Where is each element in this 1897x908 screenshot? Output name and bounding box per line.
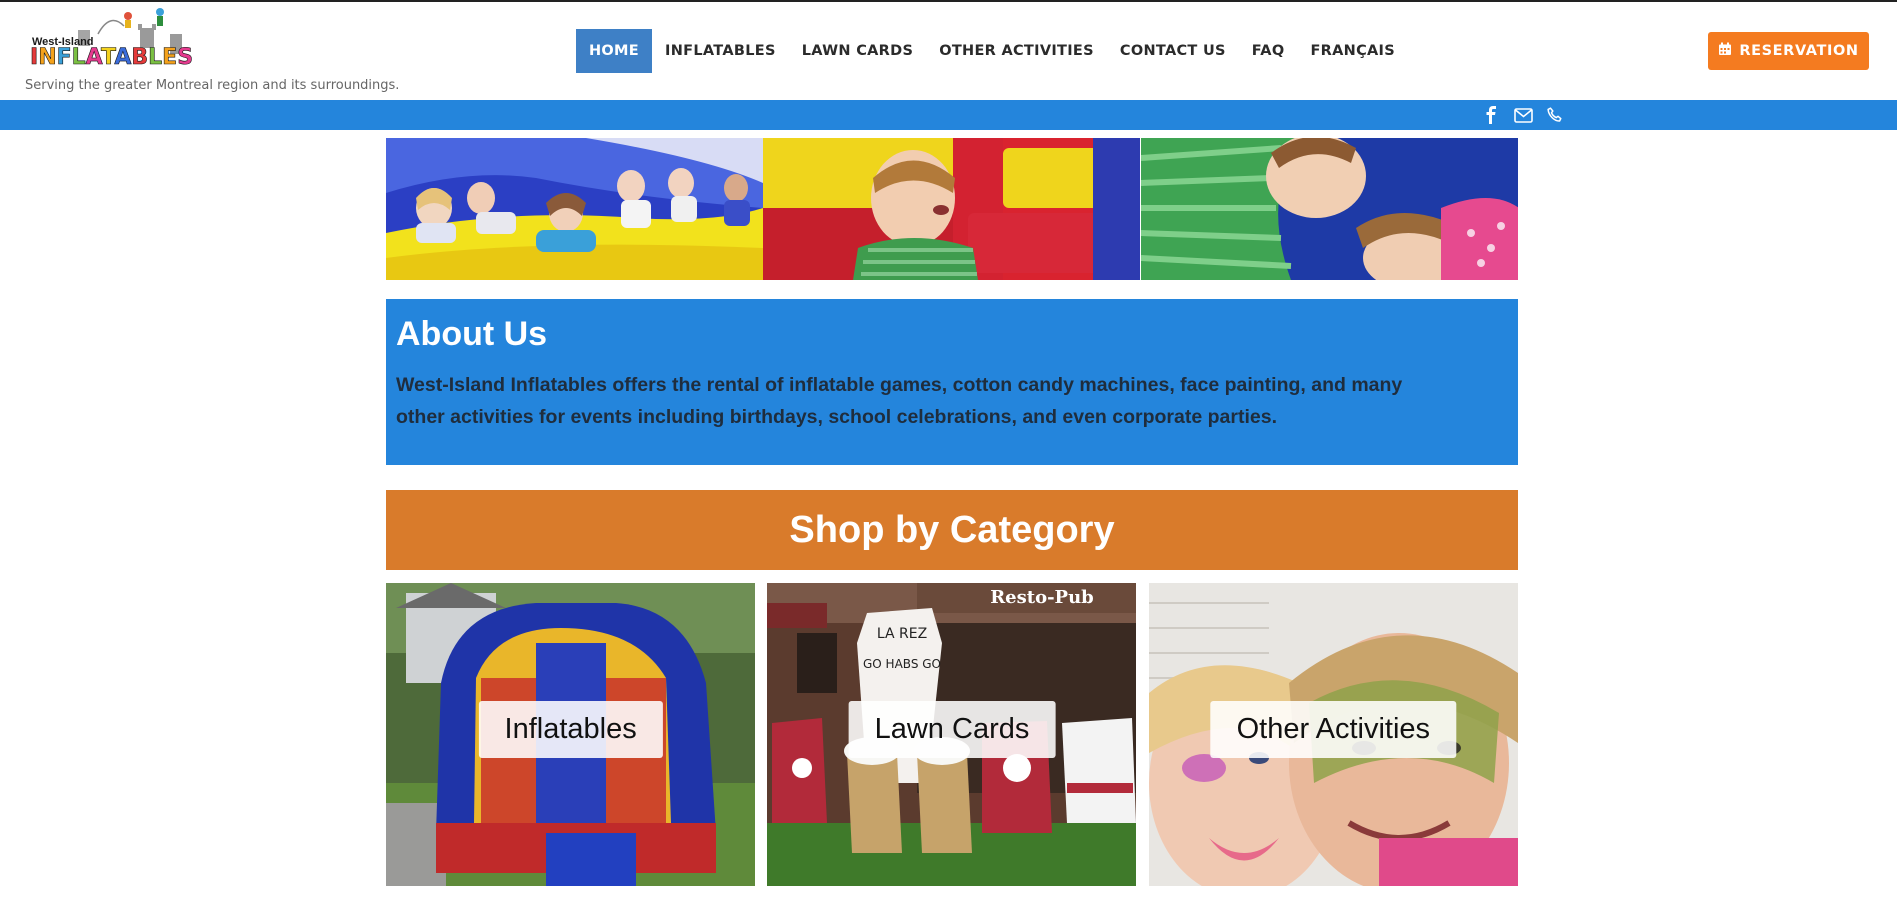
nav-item-inflatables[interactable]: INFLATABLES [652,29,789,73]
reservation-label: RESERVATION [1739,43,1859,59]
hero-photo-kids-bouncing [386,138,763,280]
about-section: About Us West-Island Inflatables offers … [386,299,1518,465]
site-header: West-Island INFLATABLES Serving the grea… [0,2,1897,100]
shop-by-category-header: Shop by Category [386,490,1518,570]
social-links [1481,105,1565,125]
hero-photo-kids-lying [1140,138,1518,280]
nav-item-francais[interactable]: FRANÇAIS [1297,29,1408,73]
mail-icon[interactable] [1513,105,1533,125]
category-grid: Inflatables Resto-Pub LA REZ GO HABS GO [386,583,1518,886]
reservation-button[interactable]: RESERVATION [1708,32,1869,70]
main-nav: HOME INFLATABLES LAWN CARDS OTHER ACTIVI… [576,29,1408,73]
nav-item-other-activities[interactable]: OTHER ACTIVITIES [926,29,1107,73]
shop-title: Shop by Category [789,508,1115,551]
about-title: About Us [396,315,548,353]
site-logo[interactable]: West-Island INFLATABLES [28,4,193,72]
nav-item-home[interactable]: HOME [576,29,652,73]
hero-photo-boy-laughing [763,138,1141,280]
facebook-icon[interactable] [1481,105,1501,125]
nav-item-contact-us[interactable]: CONTACT US [1107,29,1239,73]
category-card-lawn-cards[interactable]: Resto-Pub LA REZ GO HABS GO Lawn Cards [767,583,1137,886]
category-label-lawn-cards: Lawn Cards [848,701,1056,758]
about-text: West-Island Inflatables offers the renta… [396,374,1403,428]
category-label-other-activities: Other Activities [1210,701,1457,758]
nav-item-lawn-cards[interactable]: LAWN CARDS [789,29,927,73]
category-card-other-activities[interactable]: Other Activities [1148,583,1518,886]
social-bar [0,100,1897,130]
calendar-icon [1718,42,1732,60]
jersey-text: LA REZ [877,626,927,642]
jersey-slogan: GO HABS GO [863,657,941,671]
site-tagline: Serving the greater Montreal region and … [25,78,400,93]
category-label-inflatables: Inflatables [478,701,663,758]
phone-icon[interactable] [1545,105,1565,125]
logo-wordmark: INFLATABLES [30,45,194,70]
hero-photo-strip [386,138,1518,280]
category-card-inflatables[interactable]: Inflatables [386,583,755,886]
nav-item-faq[interactable]: FAQ [1239,29,1298,73]
resto-pub-sign: Resto-Pub [991,587,1095,608]
